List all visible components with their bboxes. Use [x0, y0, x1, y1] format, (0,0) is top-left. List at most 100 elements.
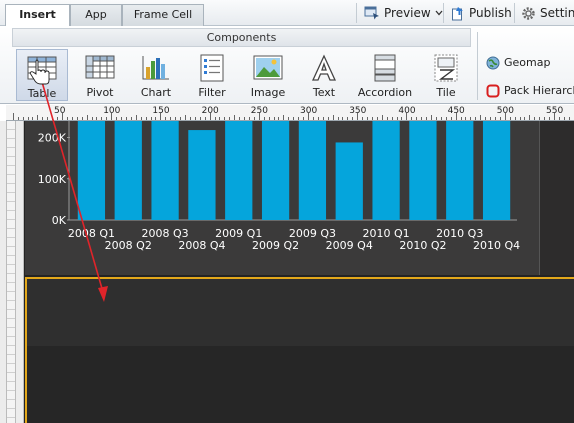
- component-label: Accordion: [357, 86, 413, 99]
- ruler-tick: [204, 117, 206, 120]
- component-chart[interactable]: Chart: [130, 49, 182, 101]
- ruler-tick: [263, 117, 265, 120]
- ruler-tick: [214, 117, 216, 120]
- y-tick-label: 100K: [38, 173, 67, 186]
- ruler-tick: [101, 117, 103, 120]
- ruler-tick: [514, 117, 516, 120]
- ruler-tick: [37, 115, 39, 120]
- vertical-ruler: [0, 121, 24, 423]
- publish-label: Publish: [469, 6, 512, 20]
- ruler-tick: [342, 117, 344, 120]
- ruler-tick: [17, 117, 19, 120]
- ruler-tick: [401, 117, 403, 120]
- bar[interactable]: [225, 121, 253, 220]
- ruler-tick: [150, 117, 152, 120]
- bar[interactable]: [188, 130, 216, 220]
- ruler-tick: [62, 113, 63, 120]
- bar[interactable]: [446, 121, 474, 220]
- toolbar-divider: [514, 3, 515, 23]
- ruler-tick: [494, 117, 496, 120]
- ruler-tick: [116, 117, 118, 120]
- tab-frame-cell[interactable]: Frame Cell: [122, 4, 204, 26]
- ruler-tick: [534, 117, 536, 120]
- tab-app[interactable]: App: [70, 4, 122, 26]
- components-group-title: Components: [12, 28, 471, 47]
- component-geomap[interactable]: Geomap: [486, 54, 550, 72]
- preview-button[interactable]: Preview: [364, 3, 443, 23]
- bar[interactable]: [77, 121, 106, 220]
- publish-button[interactable]: Publish: [451, 3, 512, 23]
- ruler-tick: [258, 113, 260, 120]
- ruler-tick: [66, 117, 68, 120]
- ruler-tick: [396, 117, 398, 120]
- ruler-tick: [317, 117, 319, 120]
- component-tile[interactable]: Tile: [420, 49, 472, 101]
- ruler-tick: [406, 113, 408, 120]
- bar[interactable]: [482, 121, 511, 220]
- ruler-tick: [568, 117, 570, 120]
- ruler-tick: [416, 117, 418, 120]
- ruler-tick: [283, 115, 285, 120]
- bar[interactable]: [372, 121, 400, 220]
- component-table[interactable]: Table: [16, 49, 68, 101]
- ruler-tick: [499, 117, 501, 120]
- pack-hierarchy-label: Pack Hierarch: [504, 84, 574, 97]
- ruler-tick: [391, 117, 393, 120]
- ruler-tick: [121, 117, 123, 120]
- bar[interactable]: [114, 121, 142, 220]
- ruler-tick: [209, 113, 211, 120]
- component-label: Tile: [436, 86, 456, 99]
- ruler-tick: [170, 117, 172, 120]
- ruler-tick: [455, 113, 457, 120]
- ruler-tick: [165, 117, 167, 120]
- bar[interactable]: [298, 121, 327, 220]
- ruler-tick: [435, 117, 437, 120]
- ruler-tick: [362, 117, 364, 120]
- table-icon: [27, 56, 57, 80]
- settings-label: Settin: [540, 6, 574, 20]
- ruler-tick: [431, 115, 432, 120]
- component-image[interactable]: Image: [242, 49, 294, 101]
- component-label: Filter: [198, 86, 226, 99]
- ruler-tick: [308, 113, 309, 120]
- ruler-tick: [248, 117, 250, 120]
- settings-button[interactable]: Settin: [521, 3, 574, 23]
- x-tick-label: 2008 Q2: [105, 239, 152, 252]
- ruler-tick: [298, 117, 300, 120]
- ruler-tick: [421, 117, 423, 120]
- ruler-tick: [524, 117, 526, 120]
- ruler-tick: [288, 117, 290, 120]
- ruler-tick: [544, 117, 546, 120]
- bar[interactable]: [335, 142, 363, 220]
- bar[interactable]: [261, 121, 290, 220]
- ruler-tick: [470, 117, 472, 120]
- tab-insert[interactable]: Insert: [5, 4, 70, 27]
- preview-icon: [364, 6, 379, 20]
- ruler-tick: [76, 117, 78, 120]
- ruler-tick: [81, 117, 83, 120]
- component-pivot[interactable]: Pivot: [74, 49, 126, 101]
- component-label: Chart: [140, 86, 172, 99]
- frame-lower-region: [27, 346, 574, 423]
- ruler-tick: [180, 117, 182, 120]
- ruler-tick: [371, 117, 373, 120]
- component-filter[interactable]: Filter: [186, 49, 238, 101]
- ruler-tick: [426, 117, 428, 120]
- bar[interactable]: [151, 121, 179, 220]
- component-pack-hierarchy[interactable]: Pack Hierarch: [486, 82, 574, 100]
- ruler-tick: [219, 117, 221, 120]
- ruler-tick: [322, 117, 324, 120]
- component-accordion[interactable]: Accordion: [356, 49, 414, 101]
- ruler-tick: [111, 113, 113, 120]
- ruler-tick: [273, 117, 275, 120]
- x-tick-label: 2008 Q4: [178, 239, 225, 252]
- ruler-tick: [145, 117, 147, 120]
- ruler-tick: [278, 117, 280, 120]
- ruler-tick: [558, 117, 560, 120]
- ruler-tick: [367, 117, 369, 120]
- toolbar-divider: [356, 3, 357, 23]
- bar[interactable]: [409, 121, 437, 220]
- pack-hierarchy-icon: [486, 84, 500, 98]
- component-text[interactable]: Text: [298, 49, 350, 101]
- publish-icon: [452, 6, 463, 20]
